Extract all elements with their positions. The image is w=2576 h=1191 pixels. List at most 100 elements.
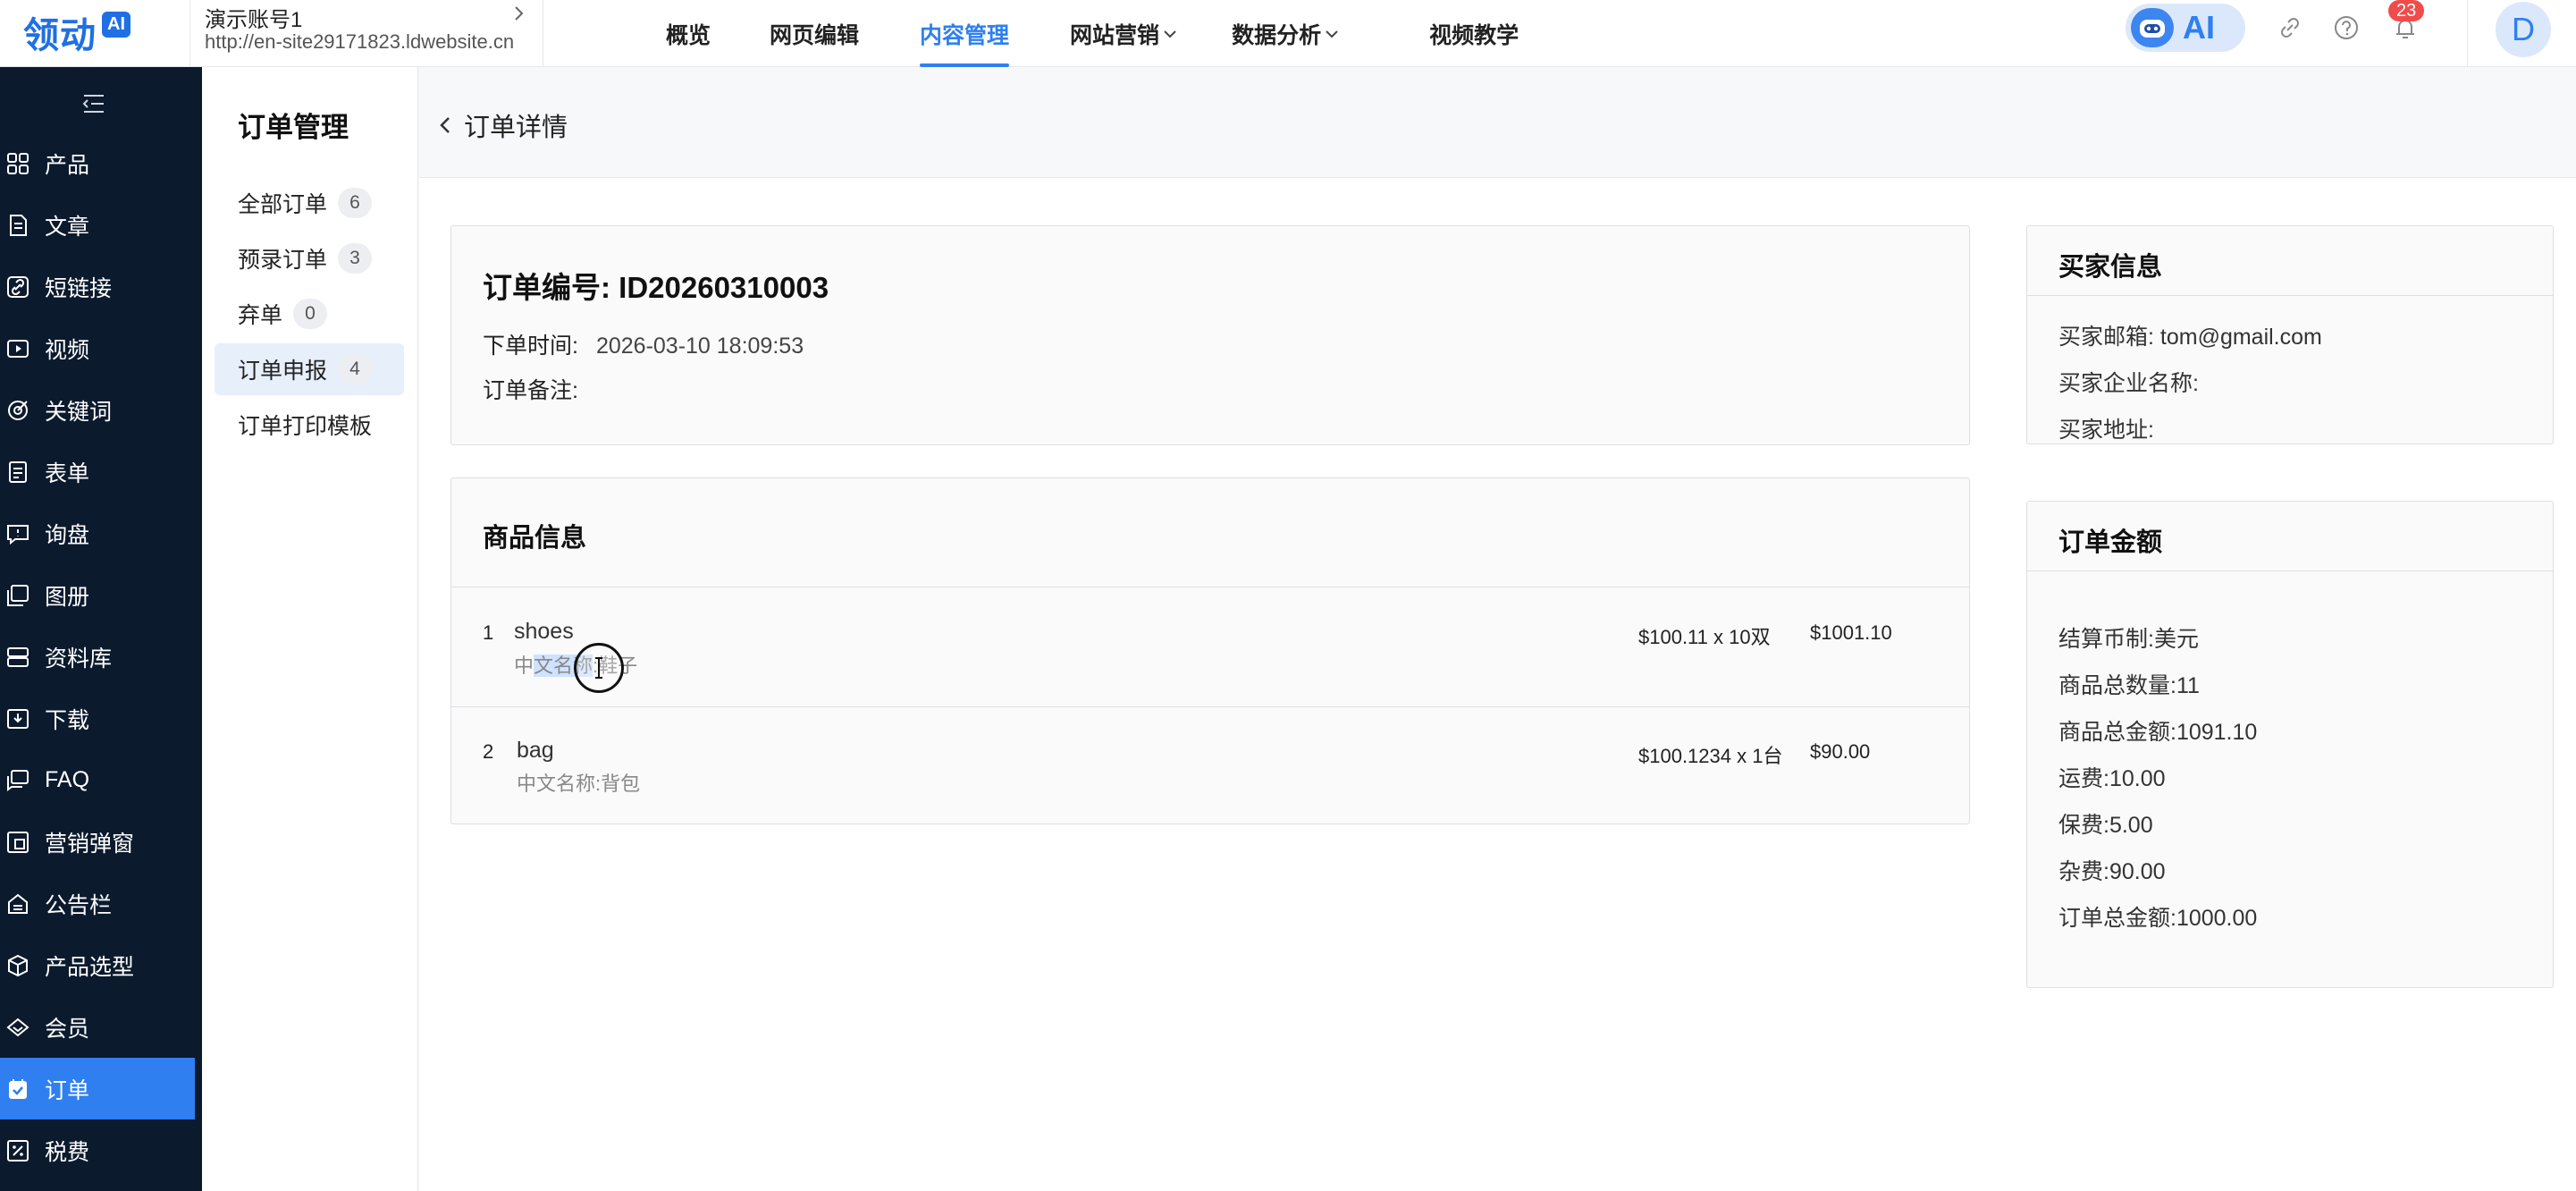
faq-icon: [7, 769, 29, 791]
sidebar-item-marketing-popup[interactable]: 营销弹窗: [0, 811, 195, 873]
sidebar-item-label: FAQ: [45, 767, 90, 792]
order-summary-card: 订单编号: ID20260310003 下单时间: 2026-03-10 18:0…: [450, 225, 1970, 445]
nav-content-management[interactable]: 内容管理: [920, 0, 1010, 67]
count-badge: 0: [293, 299, 328, 329]
sidebar-item-label: 文章: [45, 214, 90, 240]
order-remark-row: 订单备注:: [483, 373, 578, 405]
sidebar-item-label: 视频: [45, 337, 90, 363]
order-time-row: 下单时间: 2026-03-10 18:09:53: [483, 328, 804, 360]
back-button[interactable]: 订单详情: [439, 106, 568, 144]
buyer-email: 买家邮箱: tom@gmail.com: [2058, 325, 2322, 350]
sidebar-item-products[interactable]: 产品: [0, 132, 195, 194]
insurance-fee: 保费:5.00: [2058, 813, 2153, 838]
divider: [2027, 295, 2553, 296]
form-icon: [9, 460, 27, 483]
subnav-label: 订单打印模板: [238, 414, 373, 439]
total-quantity: 商品总数量:11: [2058, 673, 2200, 698]
goods-total-amount: 商品总金额:1091.10: [2058, 720, 2258, 745]
goods-title: 商品信息: [483, 524, 587, 553]
nav-marketing[interactable]: 网站营销: [1070, 0, 1178, 67]
goods-price: $100.1234 x 1台: [1638, 745, 1783, 767]
order-time-value: 2026-03-10 18:09:53: [595, 334, 804, 359]
sidebar-item-keywords[interactable]: 关键词: [0, 379, 195, 441]
buyer-company: 买家企业名称:: [2058, 371, 2199, 396]
goods-price: $100.11 x 10双: [1638, 626, 1771, 648]
sidebar-item-announcements[interactable]: 公告栏: [0, 873, 195, 934]
sidebar-item-label: 产品: [45, 152, 90, 178]
link-icon: [7, 275, 29, 298]
goods-name: shoes: [514, 619, 574, 644]
order-amount-card: 订单金额 结算币制:美元 商品总数量:11 商品总金额:1091.10 运费:1…: [2026, 501, 2554, 988]
divider: [451, 706, 1969, 707]
chevron-down-icon: [1326, 30, 1338, 38]
sidebar-item-product-selection[interactable]: 产品选型: [0, 934, 195, 996]
database-icon: [7, 646, 29, 667]
subnav-item-pre-orders[interactable]: 预录订单 3: [215, 232, 404, 284]
subnav-item-abandoned[interactable]: 弃单 0: [215, 288, 404, 340]
help-icon[interactable]: [2333, 14, 2360, 41]
sidebar-item-label: 图册: [45, 584, 90, 610]
sidebar-item-albums[interactable]: 图册: [0, 564, 195, 626]
order-time-label: 下单时间:: [483, 334, 578, 359]
link-icon[interactable]: [2277, 14, 2303, 41]
nav-video-tutorials[interactable]: 视频教学: [1429, 0, 1519, 67]
subnav-label: 弃单: [238, 303, 283, 328]
goods-index: 1: [483, 621, 494, 644]
order-number: 订单编号: ID20260310003: [483, 271, 829, 304]
sidebar: 产品 文章 短链接 视频 关键词 表单 询盘 图册 资料库 下载 FAQ 营销弹…: [0, 67, 202, 1191]
site-switcher[interactable]: 演示账号1 http://en-site29171823.ldwebsite.c…: [189, 0, 543, 67]
nav-analytics[interactable]: 数据分析: [1232, 0, 1340, 67]
sidebar-item-downloads[interactable]: 下载: [0, 688, 195, 749]
robot-icon: [2131, 8, 2174, 47]
sidebar-item-library[interactable]: 资料库: [0, 626, 195, 688]
goods-sub-text: 中: [514, 655, 535, 677]
page-title: 订单详情: [464, 114, 568, 142]
member-icon: [6, 1018, 29, 1036]
subnav-label: 订单申报: [238, 359, 328, 384]
sidebar-item-videos[interactable]: 视频: [0, 317, 195, 379]
shipping-fee: 运费:10.00: [2058, 766, 2166, 791]
grid-icon: [7, 152, 29, 174]
logo-ai-badge: AI: [102, 11, 130, 38]
logo[interactable]: 领动 AI: [23, 7, 130, 57]
nav-label: 网站营销: [1070, 22, 1160, 48]
tax-icon: [7, 1139, 29, 1161]
inquiry-icon: [7, 524, 29, 545]
subnav-item-all-orders[interactable]: 全部订单 6: [215, 177, 404, 229]
target-icon: [8, 400, 28, 420]
site-url: http://en-site29171823.ldwebsite.cn: [205, 30, 515, 53]
subnav-item-print-template[interactable]: 订单打印模板: [215, 399, 404, 451]
sidebar-item-label: 会员: [45, 1016, 90, 1042]
collapse-menu-icon[interactable]: [80, 92, 107, 115]
subnav-label: 预录订单: [238, 248, 328, 273]
goods-index: 2: [483, 740, 494, 763]
sidebar-item-tax[interactable]: 税费: [0, 1119, 195, 1181]
nav-overview[interactable]: 概览: [666, 0, 711, 67]
subnav-item-order-declaration[interactable]: 订单申报 4: [215, 343, 404, 395]
sidebar-item-label: 产品选型: [45, 954, 135, 980]
order-remark-label: 订单备注:: [483, 378, 578, 403]
chevron-right-icon: [515, 6, 524, 21]
sidebar-item-members[interactable]: 会员: [0, 996, 195, 1058]
nav-label: 视频教学: [1429, 22, 1520, 48]
buyer-address: 买家地址:: [2058, 418, 2154, 443]
avatar[interactable]: D: [2496, 2, 2551, 57]
sidebar-item-inquiries[interactable]: 询盘: [0, 503, 195, 564]
sidebar-item-orders[interactable]: 订单: [0, 1058, 195, 1119]
chevron-down-icon: [1164, 30, 1176, 38]
count-badge: 4: [338, 354, 373, 384]
sidebar-item-forms[interactable]: 表单: [0, 441, 195, 503]
amount-title: 订单金额: [2058, 528, 2163, 557]
sidebar-item-label: 短链接: [45, 275, 113, 301]
ai-assistant-button[interactable]: AI: [2126, 4, 2245, 52]
chevron-left-icon: [440, 117, 450, 133]
sidebar-item-articles[interactable]: 文章: [0, 194, 195, 256]
goods-name: bag: [517, 738, 554, 763]
sidebar-item-short-links[interactable]: 短链接: [0, 256, 195, 317]
sidebar-item-label: 资料库: [45, 646, 113, 672]
divider: [2027, 570, 2553, 571]
sidebar-item-faq[interactable]: FAQ: [0, 749, 195, 811]
nav-page-editor[interactable]: 网页编辑: [770, 0, 859, 67]
subnav-title: 订单管理: [238, 112, 349, 143]
top-bar: 领动 AI 演示账号1 http://en-site29171823.ldweb…: [0, 0, 2576, 67]
